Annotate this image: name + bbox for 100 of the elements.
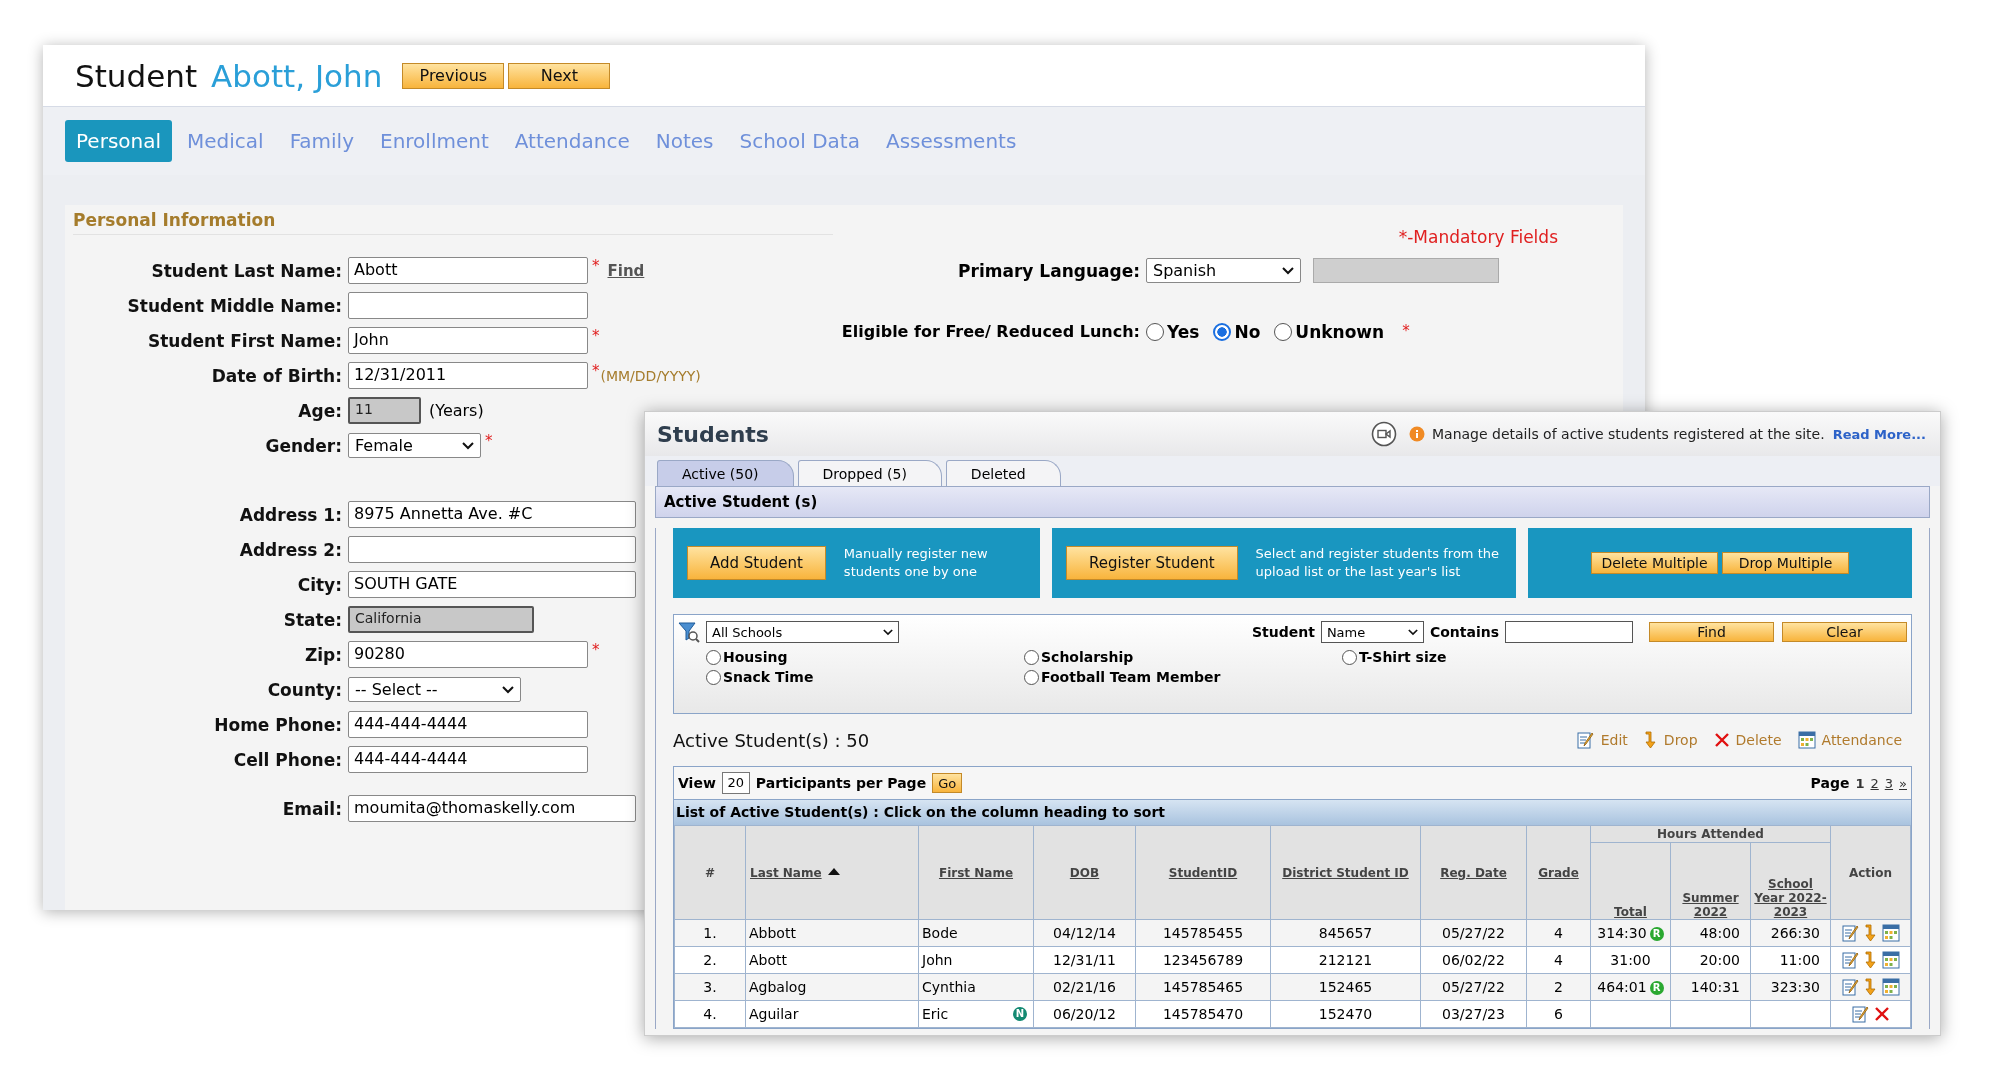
dropdown[interactable]: Spanish [1146, 258, 1301, 283]
action-button[interactable]: Delete Multiple [1591, 552, 1718, 574]
table-cell: 323:30 [1750, 973, 1831, 1001]
input-field[interactable]: 444-444-4444 [348, 746, 588, 773]
input-field[interactable]: moumita@thomaskelly.com [348, 795, 636, 822]
edit-icon [1841, 924, 1860, 942]
required-mark: * [592, 362, 600, 380]
action-button[interactable]: Register Student [1066, 546, 1238, 580]
search-field[interactable] [1505, 621, 1633, 643]
input-field: California [348, 606, 534, 633]
field-label: Cell Phone: [232, 749, 342, 770]
input-field[interactable] [348, 536, 636, 563]
chevron-down-icon [462, 441, 474, 450]
table-cell: 152465 [1270, 973, 1421, 1001]
window-title: Student [75, 57, 198, 94]
tab[interactable]: Deleted [945, 460, 1061, 486]
close-icon [1713, 732, 1730, 748]
column-header[interactable]: Total [1590, 842, 1671, 920]
table-cell: 140:31 [1670, 973, 1751, 1001]
table-cell: 4. [674, 1000, 746, 1028]
filter-icon [678, 621, 700, 643]
table-cell: Bode [918, 919, 1034, 947]
column-header[interactable]: First Name [918, 825, 1034, 920]
field-label: City: [296, 574, 342, 595]
radio-button[interactable] [1342, 649, 1357, 665]
field-label: Email: [281, 798, 342, 819]
required-mark: * [592, 327, 600, 345]
nav-button[interactable]: Next [508, 62, 611, 89]
column-header[interactable]: District Student ID [1270, 825, 1421, 920]
view-label: Participants per Page [755, 775, 927, 791]
required-mark: * [485, 432, 493, 450]
radio-button[interactable] [1024, 649, 1039, 665]
find-link[interactable]: Find [607, 261, 645, 280]
edit-icon [1851, 1005, 1870, 1023]
dropdown[interactable]: Name [1320, 621, 1424, 643]
dropdown[interactable]: Female [348, 433, 481, 458]
table-cell: Abbott [745, 919, 919, 947]
radio-button[interactable] [1274, 323, 1293, 341]
page-link[interactable]: 3 [1884, 775, 1894, 791]
field-label: Gender: [264, 435, 342, 456]
chevron-down-icon [1407, 628, 1418, 636]
column-header[interactable]: Summer 2022 [1670, 842, 1751, 920]
action-button[interactable]: Add Student [687, 546, 826, 580]
field-label: Address 1: [238, 504, 342, 525]
section-header: Active Student (s) [655, 486, 1930, 518]
go-button[interactable]: Go [932, 773, 963, 793]
read-more-link[interactable]: Read More... [1832, 426, 1926, 442]
tab[interactable]: Dropped (5) [797, 460, 942, 486]
radio-button[interactable] [706, 649, 721, 665]
input-field[interactable]: John [348, 327, 588, 354]
action-button[interactable]: Drop Multiple [1722, 552, 1849, 574]
down-arrow-icon [1863, 978, 1878, 996]
radio-button[interactable] [1024, 669, 1039, 685]
next-page-link[interactable]: » [1899, 775, 1907, 791]
column-header[interactable]: Grade [1526, 825, 1591, 920]
field-label: Date of Birth: [210, 365, 342, 386]
calendar-grid-icon [1881, 951, 1900, 969]
table-caption: List of Active Student(s) : Click on the column heading to sort [674, 799, 1911, 825]
option-label: Unknown [1295, 322, 1385, 342]
column-header[interactable]: School Year 2022-2023 [1750, 842, 1831, 920]
calendar-grid-icon [1797, 731, 1816, 749]
column-header[interactable]: Reg. Date [1420, 825, 1527, 920]
edit-icon [1841, 978, 1860, 996]
option-label: Housing [723, 649, 788, 665]
radio-button[interactable] [706, 669, 721, 685]
dropdown[interactable]: -- Select -- [348, 677, 521, 702]
dropdown[interactable]: All Schools [706, 621, 899, 643]
radio-button[interactable] [1213, 323, 1232, 341]
input-field[interactable]: 12/31/2011 [348, 362, 588, 389]
table-cell: 3. [674, 973, 746, 1001]
radio-button[interactable] [1146, 323, 1164, 341]
column-header[interactable]: DOB [1033, 825, 1136, 920]
input-field[interactable]: 90280 [348, 641, 588, 668]
input-field[interactable]: 444-444-4444 [348, 711, 588, 738]
unit-label: (Years) [429, 401, 484, 420]
table-cell: 6 [1526, 1000, 1591, 1028]
filter-label: Student [1251, 624, 1315, 640]
table-cell: 2. [674, 946, 746, 974]
field-label: State: [282, 609, 342, 630]
filter-button[interactable]: Find [1649, 622, 1774, 642]
panel-description: Manually register new students one by one [843, 545, 989, 581]
table-cell: 845657 [1270, 919, 1421, 947]
input-field[interactable]: 8975 Annetta Ave. #C [348, 501, 636, 528]
page-size-field[interactable]: 20 [721, 772, 750, 794]
required-mark: * [592, 641, 600, 659]
status-badge: N [1013, 1007, 1027, 1021]
option-label: Scholarship [1041, 649, 1134, 665]
tab[interactable]: Active (50) [657, 460, 794, 486]
input-field[interactable] [348, 292, 588, 319]
page-link[interactable]: 2 [1870, 775, 1879, 791]
table-cell: Eric N [918, 1000, 1034, 1028]
chevron-down-icon [883, 628, 893, 636]
input-field[interactable]: Abott [348, 257, 588, 284]
column-header[interactable]: Last Name [745, 825, 919, 920]
field-label: Student Middle Name: [126, 295, 342, 316]
column-header[interactable]: StudentID [1135, 825, 1271, 920]
filter-button[interactable]: Clear [1782, 622, 1907, 642]
page-link[interactable]: 1 [1855, 775, 1865, 791]
nav-button[interactable]: Previous [402, 62, 505, 89]
input-field[interactable]: SOUTH GATE [348, 571, 636, 598]
